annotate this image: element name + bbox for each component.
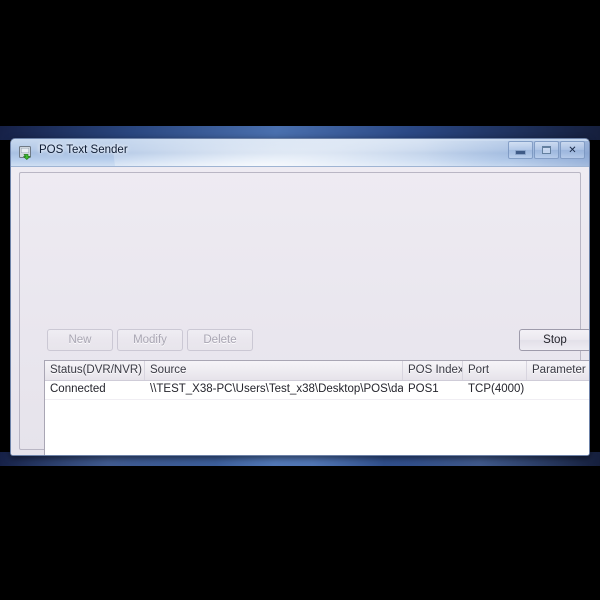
cell-pos-index: POS1 xyxy=(408,383,439,395)
close-icon: ✕ xyxy=(568,144,577,156)
stop-button[interactable]: Stop xyxy=(519,329,589,351)
cell-source: \\TEST_X38-PC\Users\Test_x38\Desktop\POS… xyxy=(150,383,403,395)
column-header-pos-index[interactable]: POS Index xyxy=(403,361,463,380)
minimize-icon xyxy=(509,142,532,158)
app-icon xyxy=(19,146,31,160)
column-header-parameter[interactable]: Parameter xyxy=(527,361,589,380)
window-title: POS Text Sender xyxy=(39,144,128,156)
column-header-port[interactable]: Port xyxy=(463,361,527,380)
list-header-row: Status(DVR/NVR) Source POS Index Port Pa… xyxy=(45,361,589,381)
cell-port: TCP(4000) xyxy=(468,383,525,395)
pos-text-sender-window: POS Text Sender ✕ New Modify Delete Stop… xyxy=(10,138,590,456)
list-body: Connected \\TEST_X38-PC\Users\Test_x38\D… xyxy=(45,381,589,400)
cell-status: Connected xyxy=(50,383,106,395)
maximize-button[interactable] xyxy=(534,141,559,159)
close-button[interactable]: ✕ xyxy=(560,141,585,159)
connections-list[interactable]: Status(DVR/NVR) Source POS Index Port Pa… xyxy=(44,360,589,455)
table-row[interactable]: Connected \\TEST_X38-PC\Users\Test_x38\D… xyxy=(45,381,589,400)
maximize-icon xyxy=(535,142,558,158)
new-button[interactable]: New xyxy=(47,329,113,351)
delete-button[interactable]: Delete xyxy=(187,329,253,351)
desktop-background: POS Text Sender ✕ New Modify Delete Stop… xyxy=(0,0,600,600)
minimize-button[interactable] xyxy=(508,141,533,159)
column-header-status[interactable]: Status(DVR/NVR) xyxy=(45,361,145,380)
window-title-bar[interactable]: POS Text Sender ✕ xyxy=(11,139,589,167)
modify-button[interactable]: Modify xyxy=(117,329,183,351)
cell-parameter xyxy=(527,381,589,399)
window-controls: ✕ xyxy=(508,141,585,159)
column-header-source[interactable]: Source xyxy=(145,361,403,380)
